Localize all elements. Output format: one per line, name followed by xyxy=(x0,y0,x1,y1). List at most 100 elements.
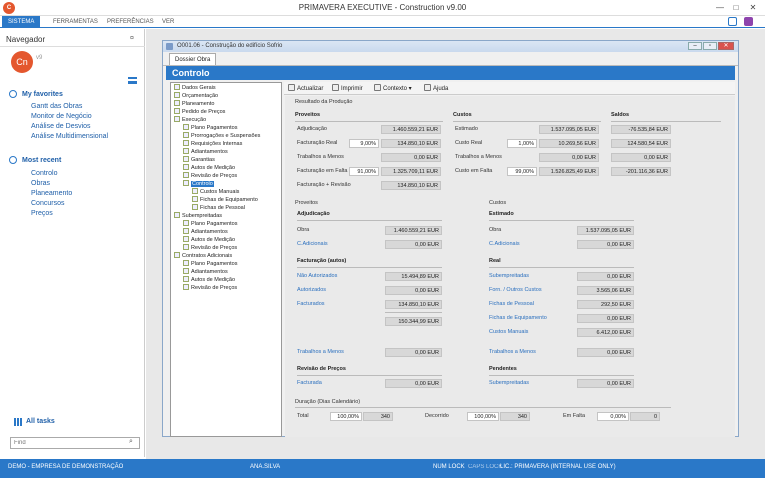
fav-link[interactable]: Análise Multidimensional xyxy=(31,133,108,140)
tree-node-label: Autos de Medição xyxy=(191,277,236,283)
custo-value: 1.537.095,05 EUR xyxy=(539,125,599,134)
maximize-icon[interactable]: □ xyxy=(729,2,743,13)
edit-icon[interactable] xyxy=(744,17,753,26)
tree-node[interactable]: Revisão de Preços xyxy=(171,244,281,252)
divider xyxy=(297,220,442,221)
recent-link[interactable]: Controlo xyxy=(31,170,57,177)
divider xyxy=(0,46,145,47)
tree-node[interactable]: Adiantamentos xyxy=(171,268,281,276)
tree-node[interactable]: Revisão de Preços xyxy=(171,172,281,180)
tree-node[interactable]: Custos Manuais xyxy=(171,188,281,196)
fav-link[interactable]: Gantt das Obras xyxy=(31,103,82,110)
folder-icon xyxy=(174,108,180,114)
doc-close-icon[interactable]: ✕ xyxy=(718,42,734,50)
trabalhos-menos-link[interactable]: Trabalhos a Menos xyxy=(297,349,344,355)
p-subempreitadas-link[interactable]: Subempreitadas xyxy=(489,380,529,386)
tree-node[interactable]: Planeamento xyxy=(171,100,281,108)
doc-restore-icon[interactable]: ▫ xyxy=(703,42,717,50)
folder-icon xyxy=(183,244,189,250)
tree-node[interactable]: Garantias xyxy=(171,156,281,164)
tree-node[interactable]: Fichas de Equipamento xyxy=(171,196,281,204)
custos-manuais-link[interactable]: Custos Manuais xyxy=(489,329,528,335)
custo-label: Custo Real xyxy=(455,140,483,146)
search-icon[interactable]: ⌕ xyxy=(129,438,133,446)
find-input[interactable] xyxy=(11,438,121,448)
avatar[interactable]: Cn xyxy=(11,51,33,73)
em-falta-percent: 0,00% xyxy=(597,412,629,421)
facturados-value: 134.850,10 EUR xyxy=(385,300,442,309)
tree-node[interactable]: Controlo xyxy=(171,180,281,188)
tree-node-label: Execução xyxy=(182,117,207,123)
tree-node[interactable]: Prorrogações e Suspensões xyxy=(171,132,281,140)
autorizados-link[interactable]: Autorizados xyxy=(297,287,326,293)
doc-minimize-icon[interactable]: – xyxy=(688,42,702,50)
tree-node[interactable]: Fichas de Pessoal xyxy=(171,204,281,212)
tree-node[interactable]: Revisão de Preços xyxy=(171,284,281,292)
c-trabalhos-menos-link[interactable]: Trabalhos a Menos xyxy=(489,349,536,355)
contexto-button[interactable]: Contexto ▾ xyxy=(374,84,412,92)
tree-node[interactable]: Plano Pagamentos xyxy=(171,260,281,268)
tree-node[interactable]: Pedido de Preços xyxy=(171,108,281,116)
recent-link[interactable]: Obras xyxy=(31,180,50,187)
tree-node[interactable]: Requisições Internas xyxy=(171,140,281,148)
tree-node[interactable]: Autos de Medição xyxy=(171,276,281,284)
tree-node[interactable]: Execução xyxy=(171,116,281,124)
imprimir-button[interactable]: Imprimir xyxy=(332,84,363,92)
c-cadicionais-link[interactable]: C.Adicionais xyxy=(489,241,520,247)
recent-link[interactable]: Concursos xyxy=(31,200,64,207)
tree-node[interactable]: Subempreitadas xyxy=(171,212,281,220)
revisao-header: Revisão de Preços xyxy=(297,366,346,372)
subempreitadas-link[interactable]: Subempreitadas xyxy=(489,273,529,279)
menu-ferramentas[interactable]: FERRAMENTAS xyxy=(47,16,104,28)
menu-ver[interactable]: VER xyxy=(156,16,180,28)
divider xyxy=(297,267,442,268)
folder-icon xyxy=(183,236,189,242)
find-box[interactable]: ⌕ xyxy=(10,437,140,449)
divider xyxy=(489,220,634,221)
custos-header: Custos xyxy=(453,112,472,118)
minimize-icon[interactable]: — xyxy=(713,2,727,13)
fav-link[interactable]: Monitor de Negócio xyxy=(31,113,92,120)
tree-node[interactable]: Adiantamentos xyxy=(171,148,281,156)
folder-icon xyxy=(183,268,189,274)
context-icon xyxy=(374,84,381,91)
tree-node[interactable]: Plano Pagamentos xyxy=(171,124,281,132)
tree-node[interactable]: Contratos Adicionais xyxy=(171,252,281,260)
close-icon[interactable]: ✕ xyxy=(746,2,760,13)
duracao-title: Duração (Dias Calendário) xyxy=(295,399,361,405)
recent-link[interactable]: Preços xyxy=(31,210,53,217)
tree-node[interactable]: Plano Pagamentos xyxy=(171,220,281,228)
c-trabalhos-menos-value: 0,00 EUR xyxy=(577,348,634,357)
hamburger-icon[interactable] xyxy=(128,77,137,84)
c-adicionais-link[interactable]: C.Adicionais xyxy=(297,241,328,247)
mail-icon[interactable] xyxy=(728,17,737,26)
tab-dossier-obra[interactable]: Dossier Obra xyxy=(169,53,217,65)
custo-value: 1.526.825,49 EUR xyxy=(539,167,599,176)
fichas-pessoal-link[interactable]: Fichas de Pessoal xyxy=(489,301,534,307)
tree-node-label: Contratos Adicionais xyxy=(182,253,233,259)
tree-node[interactable]: Autos de Medição xyxy=(171,164,281,172)
menu-preferencias[interactable]: PREFERÊNCIAS xyxy=(101,16,160,28)
tree-node-label: Planeamento xyxy=(182,101,215,107)
forn-outros-link[interactable]: Forn. / Outros Custos xyxy=(489,287,542,293)
tree-node[interactable]: Autos de Medição xyxy=(171,236,281,244)
tree-node[interactable]: Adiantamentos xyxy=(171,228,281,236)
recent-link[interactable]: Planeamento xyxy=(31,190,72,197)
fichas-equipamento-link[interactable]: Fichas de Equipamento xyxy=(489,315,547,321)
nao-autorizados-link[interactable]: Não Autorizados xyxy=(297,273,337,279)
all-tasks-link[interactable]: All tasks xyxy=(26,418,55,425)
facturados-link[interactable]: Facturados xyxy=(297,301,325,307)
ajuda-button[interactable]: Ajuda xyxy=(424,84,448,92)
custos-title: Custos xyxy=(489,200,507,206)
fav-link[interactable]: Análise de Desvios xyxy=(31,123,91,130)
fichas-equipamento-value: 0,00 EUR xyxy=(577,314,634,323)
tree-node[interactable]: Dados Gerais xyxy=(171,84,281,92)
fichas-pessoal-value: 292,50 EUR xyxy=(577,300,634,309)
menu-sistema[interactable]: SISTEMA xyxy=(2,16,41,28)
facturada-link[interactable]: Facturada xyxy=(297,380,322,386)
actualizar-button[interactable]: Actualizar xyxy=(288,84,323,92)
pin-icon[interactable]: ¤ xyxy=(130,35,134,42)
control-panel: Resultado da Produção Proveitos Custos S… xyxy=(285,96,735,437)
tree-node-label: Adiantamentos xyxy=(191,149,228,155)
tree-node[interactable]: Orçamentação xyxy=(171,92,281,100)
